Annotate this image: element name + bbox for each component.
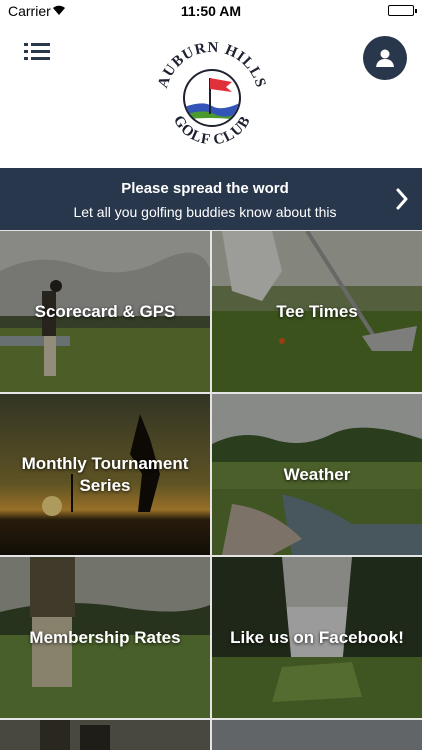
chevron-right-icon <box>396 188 408 210</box>
tile-weather[interactable]: Weather <box>212 394 422 555</box>
tile-facebook[interactable]: Like us on Facebook! <box>212 557 422 718</box>
tile-label: Weather <box>283 464 351 484</box>
tile-label: Like us on Facebook! <box>230 627 404 647</box>
status-bar: Carrier 11:50 AM <box>0 0 422 22</box>
list-menu-icon <box>24 43 50 60</box>
feature-grid: Scorecard & GPS Tee Times Monthly Tourna… <box>0 230 422 750</box>
user-icon <box>376 49 394 67</box>
share-banner[interactable]: Please spread the word Let all you golfi… <box>0 168 422 230</box>
tile-label: Monthly Tournament Series <box>21 453 189 495</box>
banner-title: Please spread the word <box>121 180 289 197</box>
tile-label: Membership Rates <box>29 627 181 647</box>
app-header: AUBURN HILLS GOLF CLUB <box>0 22 422 168</box>
status-time: 11:50 AM <box>180 3 242 19</box>
tile-partial-left[interactable] <box>0 720 210 750</box>
tile-scorecard-gps[interactable]: Scorecard & GPS <box>0 231 210 392</box>
tile-tee-times[interactable]: Tee Times <box>212 231 422 392</box>
club-logo: AUBURN HILLS GOLF CLUB <box>152 32 272 162</box>
tile-membership-rates[interactable]: Membership Rates <box>0 557 210 718</box>
tile-partial-right[interactable] <box>212 720 422 750</box>
tile-monthly-tournament[interactable]: Monthly Tournament Series <box>0 394 210 555</box>
battery-icon <box>388 5 417 16</box>
tile-label: Tee Times <box>276 301 358 321</box>
profile-button[interactable] <box>363 36 407 80</box>
banner-subtitle: Let all you golfing buddies know about t… <box>73 204 337 220</box>
menu-button[interactable] <box>24 40 50 64</box>
tile-label: Scorecard & GPS <box>34 301 176 321</box>
